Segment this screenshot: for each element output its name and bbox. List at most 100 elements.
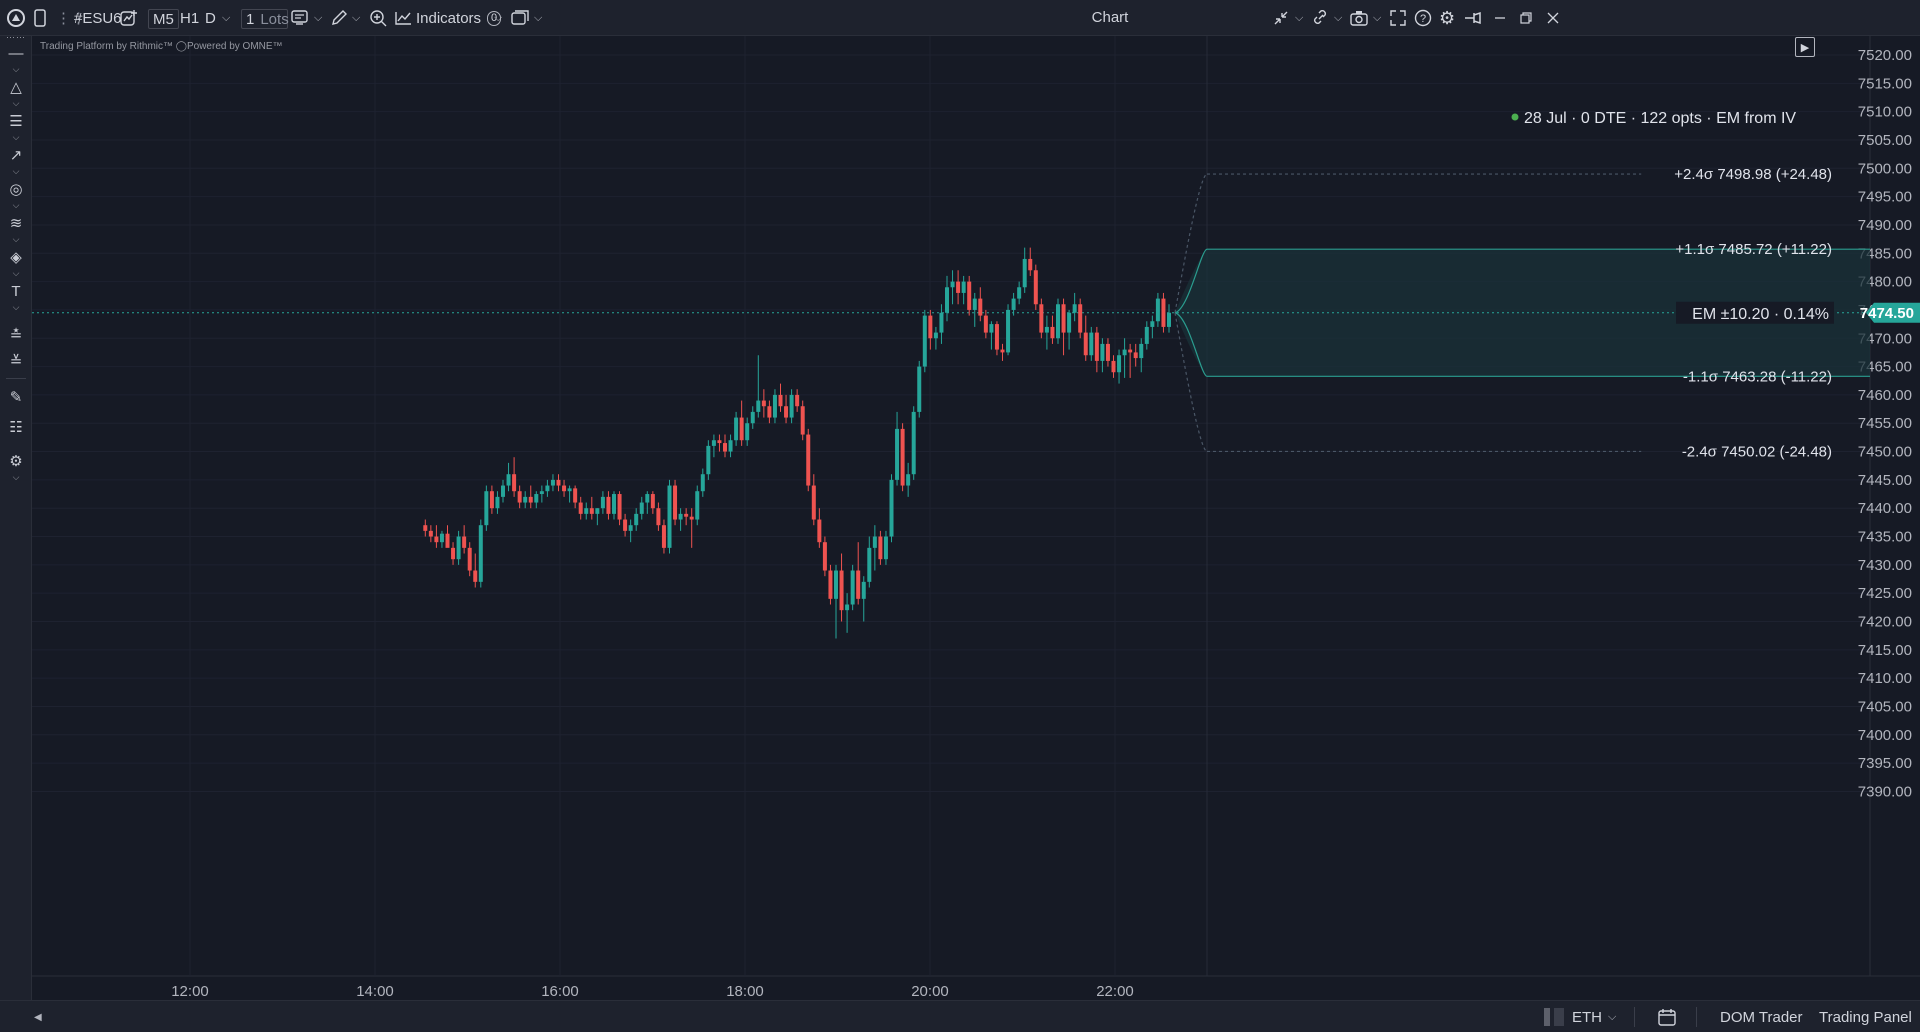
settings-gear-icon[interactable]: ⚙ <box>1439 0 1455 36</box>
triangle-chevron-down-icon[interactable]: ⌵ <box>0 98 32 109</box>
brush-tool[interactable]: ✎ <box>0 386 32 408</box>
candle-down <box>978 298 983 316</box>
candle-up <box>534 494 539 503</box>
link-icon[interactable] <box>1312 0 1330 36</box>
timeframe-d[interactable]: D <box>205 0 216 36</box>
candle-up <box>906 474 911 486</box>
timeframe-h1[interactable]: H1 <box>180 0 199 36</box>
shapes-tool[interactable]: ◈ <box>0 246 32 268</box>
collapse-arrows-icon[interactable] <box>1273 0 1289 36</box>
curve-tool[interactable]: ↗ <box>0 144 32 166</box>
chart-type-icon[interactable] <box>291 0 309 36</box>
templates-icon[interactable] <box>511 0 529 36</box>
drawing-chevron-down-icon[interactable]: ⌵ <box>352 0 360 36</box>
candle-down <box>811 485 816 520</box>
candle-up <box>972 298 977 310</box>
dom-trader-button[interactable]: DOM Trader <box>1720 1001 1803 1032</box>
candle-up <box>584 508 589 514</box>
price-tick-label: 7395.00 <box>1858 755 1912 772</box>
projection-tool[interactable]: ≋ <box>0 212 32 234</box>
calendar-icon[interactable] <box>1658 1001 1676 1032</box>
lots-input[interactable]: 1 Lots <box>241 9 289 29</box>
layout-icon[interactable] <box>34 0 46 36</box>
collapse-chevron-down-icon[interactable]: ⌵ <box>1295 0 1303 36</box>
price-tick-label: 7510.00 <box>1858 104 1912 121</box>
horizontal-line-tool[interactable]: — <box>0 42 32 64</box>
timeframe-m5[interactable]: M5 <box>148 9 179 29</box>
price-tick-label: 7490.00 <box>1858 217 1912 234</box>
pin-icon[interactable] <box>1464 0 1482 36</box>
candle-up <box>872 536 877 548</box>
expand-panel-icon[interactable]: ▶ <box>1795 37 1815 57</box>
candle-down <box>817 519 822 543</box>
projection-chevron-down-icon[interactable]: ⌵ <box>0 234 32 245</box>
app-logo-icon[interactable] <box>6 0 26 36</box>
candle-down <box>822 542 827 571</box>
scrollbar-thumb[interactable] <box>1544 1008 1550 1026</box>
object-tree-tool[interactable]: ☷ <box>0 416 32 438</box>
price-tick-label: 7500.00 <box>1858 160 1912 177</box>
session-selector[interactable]: ETH ⌵ <box>1572 1001 1616 1032</box>
window-title: Chart <box>1091 9 1129 26</box>
candle-down <box>578 502 583 514</box>
price-tick-label: 7445.00 <box>1858 472 1912 489</box>
fib-chevron-down-icon[interactable]: ⌵ <box>0 132 32 143</box>
triangle-tool-icon: △ <box>10 79 22 96</box>
shapes-chevron-down-icon[interactable]: ⌵ <box>0 268 32 279</box>
scroll-left-icon[interactable]: ◀ <box>34 1001 42 1032</box>
short-position-tool[interactable]: ≚ <box>0 350 32 372</box>
chart-settings-chevron-down-icon[interactable]: ⌵ <box>0 472 32 483</box>
candle-down <box>650 494 655 509</box>
indicators-button[interactable]: Indicators 0 <box>394 0 502 36</box>
candle-up <box>1022 258 1027 288</box>
candle-up <box>861 581 866 599</box>
chart-settings-tool[interactable]: ⚙ <box>0 450 32 472</box>
fib-tool[interactable]: ☰ <box>0 110 32 132</box>
fullscreen-icon[interactable] <box>1390 0 1406 36</box>
candle-down <box>723 443 727 452</box>
close-icon[interactable] <box>1547 0 1559 36</box>
candle-down <box>489 491 494 509</box>
timeframe-chevron-down-icon[interactable]: ⌵ <box>222 0 230 36</box>
drawing-pencil-icon[interactable] <box>330 0 348 36</box>
price-tick-label: 7455.00 <box>1858 415 1912 432</box>
candle-up <box>950 281 955 288</box>
trading-panel-button[interactable]: Trading Panel <box>1819 1001 1912 1032</box>
text-tool[interactable]: T <box>0 280 32 302</box>
candle-up <box>1150 321 1155 327</box>
shapes-tool-icon: ◈ <box>10 249 22 266</box>
pattern-chevron-down-icon[interactable]: ⌵ <box>0 200 32 211</box>
help-icon[interactable]: ? <box>1414 0 1432 36</box>
candle-up <box>1067 312 1072 333</box>
time-tick-label: 14:00 <box>356 983 394 1000</box>
candle-up <box>628 525 633 531</box>
chart-type-chevron-down-icon[interactable]: ⌵ <box>314 0 322 36</box>
compare-symbol-icon[interactable] <box>120 0 138 36</box>
chart-area[interactable]: 7390.00 7395.00 7400.00 7405.00 7410.00 7415.… <box>32 36 1920 1000</box>
minimize-icon[interactable] <box>1494 0 1506 36</box>
triangle-tool[interactable]: △ <box>0 76 32 98</box>
scrollbar-track[interactable] <box>1554 1008 1564 1026</box>
indicators-chevron-down-icon[interactable]: ⌵ <box>494 0 502 36</box>
link-chevron-down-icon[interactable]: ⌵ <box>1334 0 1342 36</box>
candle-down <box>617 494 622 520</box>
pattern-tool[interactable]: ◎ <box>0 178 32 200</box>
horizontal-line-chevron-down-icon[interactable]: ⌵ <box>0 64 32 75</box>
restore-icon[interactable] <box>1520 0 1532 36</box>
symbol-selector[interactable]: #ESU6 <box>74 0 122 36</box>
candle-down <box>467 547 472 571</box>
candle-up <box>495 496 500 509</box>
templates-chevron-down-icon[interactable]: ⌵ <box>534 0 542 36</box>
curve-chevron-down-icon[interactable]: ⌵ <box>0 166 32 177</box>
candle-up <box>745 423 750 441</box>
status-dot-icon <box>1511 113 1519 121</box>
camera-icon[interactable] <box>1350 0 1368 36</box>
price-tick-label: 7520.00 <box>1858 47 1912 64</box>
candlestick-chart[interactable]: 7390.00 7395.00 7400.00 7405.00 7410.00 7415.… <box>32 36 1920 1000</box>
long-position-tool[interactable]: ≛ <box>0 324 32 346</box>
candle-down <box>589 508 594 514</box>
text-chevron-down-icon[interactable]: ⌵ <box>0 302 32 313</box>
candle-down <box>928 315 933 339</box>
camera-chevron-down-icon[interactable]: ⌵ <box>1373 0 1381 36</box>
zoom-in-icon[interactable] <box>369 0 387 36</box>
